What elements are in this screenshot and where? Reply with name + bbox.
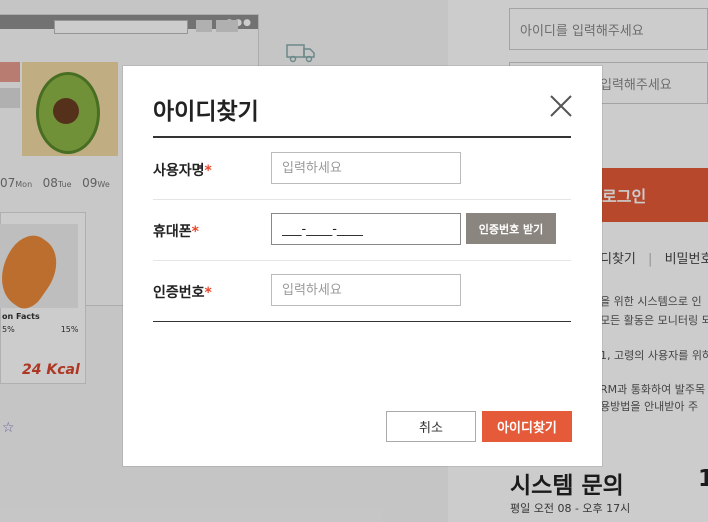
phone-input[interactable] bbox=[271, 213, 461, 245]
username-label: 사용자명* bbox=[153, 163, 212, 179]
cancel-button[interactable]: 취소 bbox=[386, 411, 476, 442]
close-icon bbox=[550, 95, 572, 117]
request-auth-code-button[interactable]: 인증번호 받기 bbox=[466, 213, 556, 244]
form-row-auth-code: 인증번호* bbox=[153, 260, 571, 322]
form-row-username: 사용자명* bbox=[153, 138, 571, 200]
modal-title: 아이디찾기 bbox=[153, 99, 259, 125]
form-row-phone: 휴대폰* 인증번호 받기 bbox=[153, 199, 571, 261]
auth-code-label: 인증번호* bbox=[153, 285, 212, 301]
find-id-button[interactable]: 아이디찾기 bbox=[482, 411, 572, 442]
username-input[interactable] bbox=[271, 152, 461, 184]
find-id-modal: 아이디찾기 사용자명* 휴대폰* 인증번호 받기 인증번호* 취소 아이디찾기 bbox=[123, 66, 602, 466]
phone-label: 휴대폰* bbox=[153, 224, 199, 240]
close-button[interactable] bbox=[547, 92, 575, 120]
auth-code-input[interactable] bbox=[271, 274, 461, 306]
